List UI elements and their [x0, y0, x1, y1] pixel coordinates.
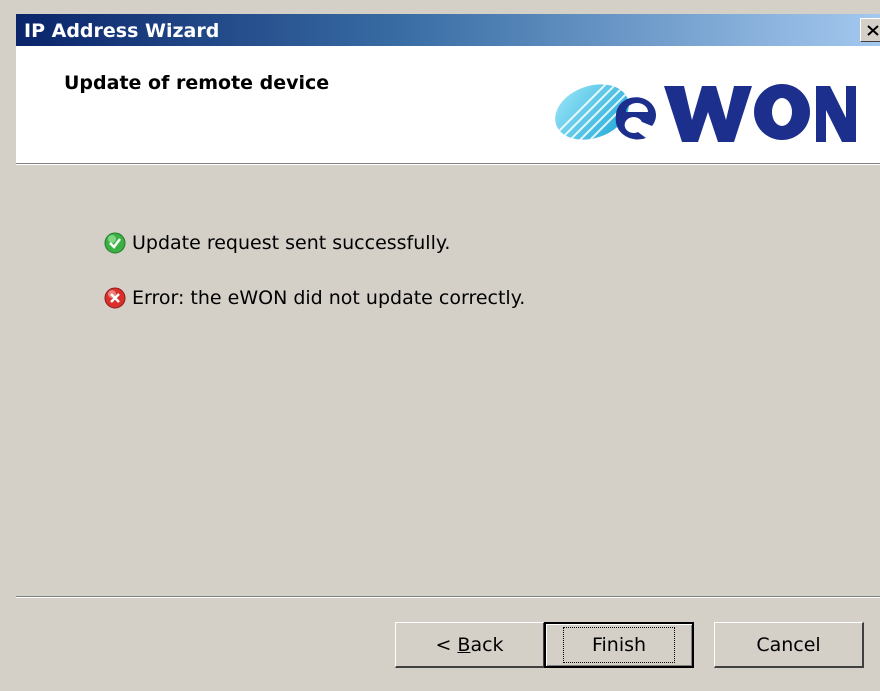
back-button[interactable]: < Back [395, 622, 545, 668]
status-message-success: Update request sent successfully. [104, 230, 450, 256]
status-message-error: Error: the eWON did not update correctly… [104, 285, 525, 311]
finish-button[interactable]: Finish [544, 622, 694, 668]
header-divider [16, 164, 880, 165]
window-title: IP Address Wizard [24, 20, 220, 42]
close-button[interactable] [860, 18, 880, 42]
status-text: Error: the eWON did not update correctly… [132, 287, 526, 309]
finish-label: Finish [562, 627, 676, 663]
ewon-logo [547, 74, 856, 146]
wizard-header: Update of remote device [16, 46, 880, 164]
page-title: Update of remote device [64, 72, 330, 94]
wizard-window: IP Address Wizard Update of remote devic… [0, 0, 880, 691]
title-bar[interactable]: IP Address Wizard [16, 14, 880, 46]
cancel-label: Cancel [756, 633, 821, 656]
close-icon [867, 24, 879, 36]
cancel-button[interactable]: Cancel [714, 622, 864, 668]
error-x-icon [104, 287, 126, 309]
status-text: Update request sent successfully. [132, 232, 451, 254]
success-check-icon [104, 232, 126, 254]
